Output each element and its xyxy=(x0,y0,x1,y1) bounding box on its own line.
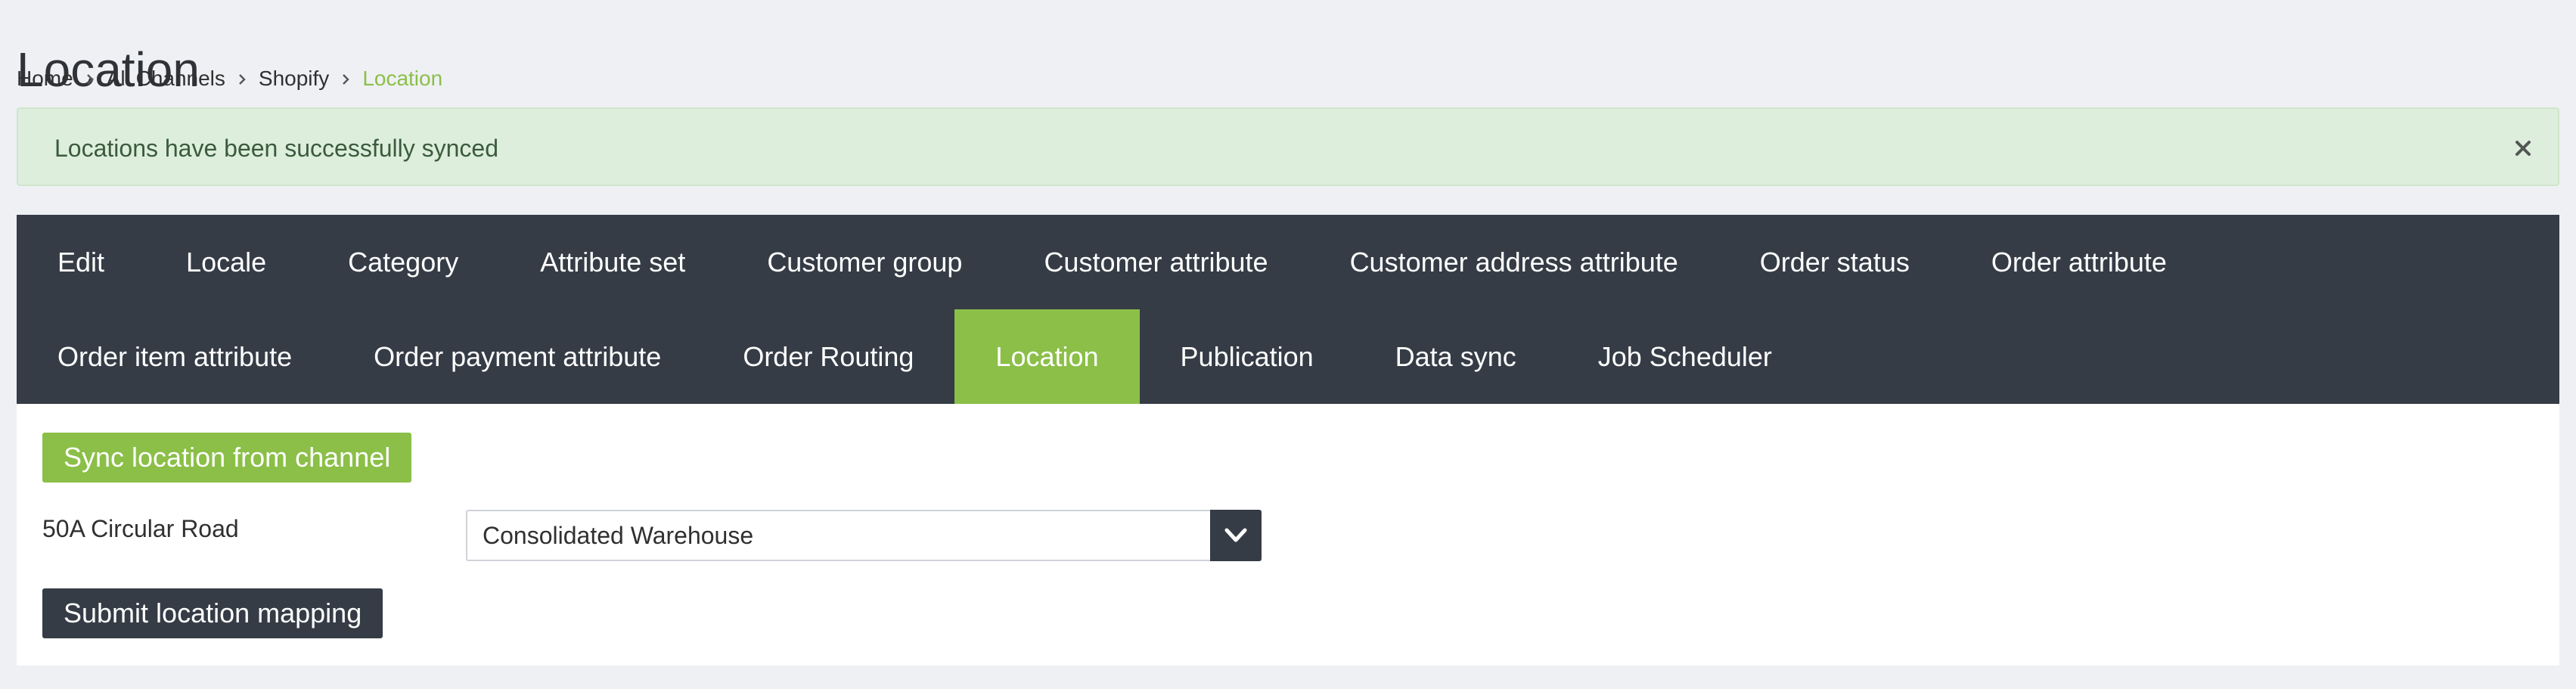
breadcrumb-all-channels[interactable]: All Channels xyxy=(107,67,225,91)
tab-location[interactable]: Location xyxy=(954,309,1140,404)
success-alert: Locations have been successfully synced xyxy=(17,107,2559,186)
tab-attribute-set[interactable]: Attribute set xyxy=(499,215,726,309)
chevron-down-icon[interactable] xyxy=(1210,510,1262,561)
tab-category[interactable]: Category xyxy=(307,215,499,309)
breadcrumb-location: Location xyxy=(362,67,443,90)
submit-location-mapping-button[interactable]: Submit location mapping xyxy=(42,588,383,638)
tab-row-1: Edit Locale Category Attribute set Custo… xyxy=(17,215,2208,309)
warehouse-select[interactable]: Consolidated Warehouse xyxy=(466,510,1262,561)
alert-message: Locations have been successfully synced xyxy=(54,135,499,162)
tab-customer-group[interactable]: Customer group xyxy=(726,215,1003,309)
tab-edit[interactable]: Edit xyxy=(17,215,145,309)
breadcrumb: Home All Channels Shopify Location xyxy=(17,64,442,94)
tab-publication[interactable]: Publication xyxy=(1140,309,1355,404)
tab-data-sync[interactable]: Data sync xyxy=(1355,309,1557,404)
channel-tabs: Edit Locale Category Attribute set Custo… xyxy=(17,215,2559,404)
location-panel: Sync location from channel 50A Circular … xyxy=(17,404,2559,666)
tab-order-attribute[interactable]: Order attribute xyxy=(1951,215,2208,309)
sync-location-button[interactable]: Sync location from channel xyxy=(42,433,412,483)
tab-row-2: Order item attribute Order payment attri… xyxy=(17,309,1813,404)
tab-job-scheduler[interactable]: Job Scheduler xyxy=(1557,309,1813,404)
tab-locale[interactable]: Locale xyxy=(145,215,307,309)
chevron-right-icon xyxy=(225,68,259,89)
location-mapping-label: 50A Circular Road xyxy=(42,515,239,542)
tab-customer-address-attribute[interactable]: Customer address attribute xyxy=(1309,215,1719,309)
chevron-right-icon xyxy=(329,68,362,89)
breadcrumb-shopify[interactable]: Shopify xyxy=(259,67,329,91)
close-icon[interactable] xyxy=(2511,136,2535,160)
tab-order-status[interactable]: Order status xyxy=(1719,215,1951,309)
tab-customer-attribute[interactable]: Customer attribute xyxy=(1003,215,1308,309)
breadcrumb-home[interactable]: Home xyxy=(17,67,73,91)
tab-order-item-attribute[interactable]: Order item attribute xyxy=(17,309,333,404)
warehouse-select-value: Consolidated Warehouse xyxy=(483,522,754,549)
chevron-right-icon xyxy=(73,68,107,89)
tab-order-payment-attribute[interactable]: Order payment attribute xyxy=(333,309,702,404)
tab-order-routing[interactable]: Order Routing xyxy=(702,309,954,404)
